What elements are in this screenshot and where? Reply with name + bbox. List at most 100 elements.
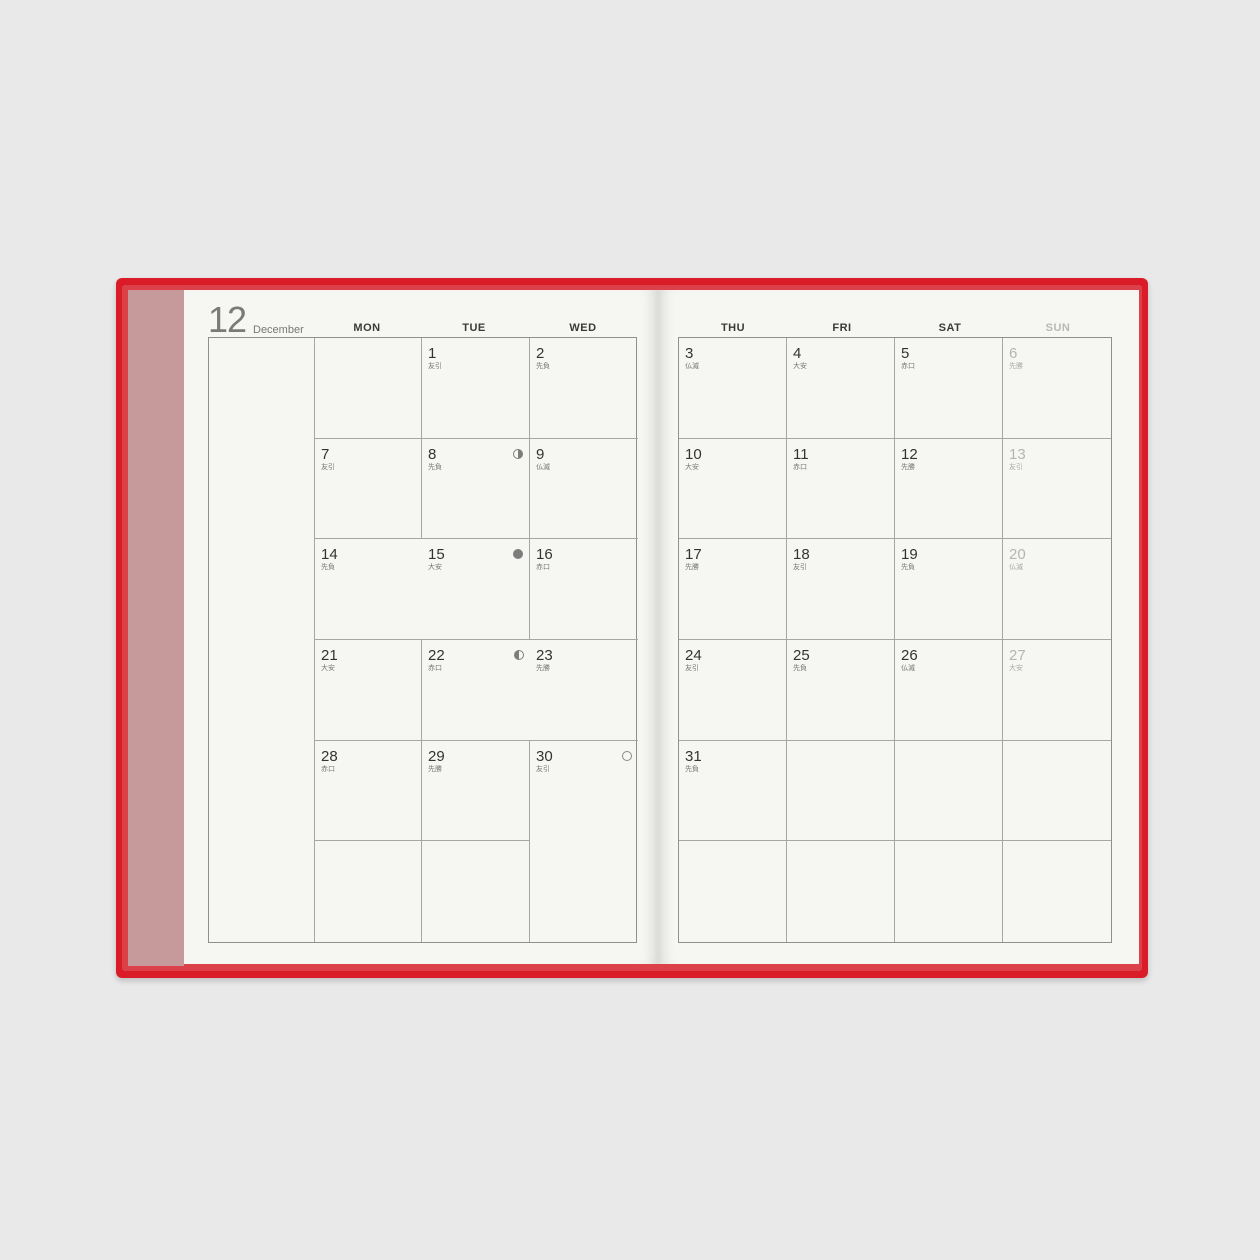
rokuyo-label: 友引 xyxy=(1009,463,1023,471)
rokuyo-label: 先勝 xyxy=(685,564,699,572)
day-cell[interactable]: 5 赤口 xyxy=(895,338,1003,439)
day-cell[interactable] xyxy=(422,841,530,942)
day-number: 4 xyxy=(793,345,802,362)
rokuyo-label: 友引 xyxy=(536,765,550,773)
day-cell[interactable]: 3 仏滅 xyxy=(679,338,787,439)
day-cell[interactable]: 7 友引 xyxy=(315,438,422,540)
day-number: 6 xyxy=(1009,345,1018,362)
weekday-header-sat: SAT xyxy=(938,322,962,334)
day-cell[interactable] xyxy=(679,841,787,942)
day-cell[interactable]: 17 先勝 xyxy=(679,539,787,640)
rokuyo-label: 仏滅 xyxy=(1009,564,1023,572)
rokuyo-label: 赤口 xyxy=(428,664,442,672)
day-cell[interactable]: 9 仏滅 xyxy=(530,439,638,540)
left-calendar-grid: 1 友引 2 先負 7 友引 8 先負 9 仏滅 14 先負 15 大安 16 赤口 21 大安 22 赤口 23 先勝 2… xyxy=(208,337,638,943)
rokuyo-label: 先勝 xyxy=(901,463,915,471)
day-cell[interactable]: 18 友引 xyxy=(787,539,895,640)
day-number: 14 xyxy=(321,546,338,564)
day-number: 18 xyxy=(793,546,810,564)
rokuyo-label: 大安 xyxy=(685,463,699,471)
weekday-header-thu: THU xyxy=(720,322,746,334)
month-name: December xyxy=(253,324,304,336)
day-cell[interactable]: 29 先勝 xyxy=(422,740,530,842)
day-number: 31 xyxy=(685,747,702,765)
memo-column[interactable] xyxy=(209,338,315,942)
day-cell[interactable]: 19 先負 xyxy=(895,539,1003,640)
day-number: 23 xyxy=(536,646,553,664)
day-cell[interactable] xyxy=(895,740,1003,842)
day-number: 12 xyxy=(901,445,918,463)
day-cell[interactable]: 27 大安 xyxy=(1003,640,1111,741)
day-cell[interactable]: 16 赤口 xyxy=(530,539,638,640)
day-cell[interactable]: 28 赤口 xyxy=(315,740,422,842)
rokuyo-label: 友引 xyxy=(685,664,699,672)
day-cell[interactable]: 1 友引 xyxy=(422,338,530,439)
day-number: 9 xyxy=(536,445,545,463)
day-cell[interactable] xyxy=(530,841,638,942)
day-cell[interactable] xyxy=(895,841,1003,942)
rokuyo-label: 先負 xyxy=(321,564,335,572)
rokuyo-label: 赤口 xyxy=(901,363,915,370)
day-number: 30 xyxy=(536,747,553,765)
day-number: 17 xyxy=(685,546,702,564)
day-number: 11 xyxy=(793,445,809,463)
day-cell[interactable]: 30 友引 xyxy=(530,741,638,842)
day-cell[interactable]: 24 友引 xyxy=(679,639,787,741)
rokuyo-label: 赤口 xyxy=(321,765,335,773)
empty-moon-icon xyxy=(622,750,632,761)
day-cell[interactable] xyxy=(787,841,895,942)
day-number: 3 xyxy=(685,345,694,362)
first-quarter-moon-icon xyxy=(513,448,523,459)
rokuyo-label: 先勝 xyxy=(536,664,550,672)
day-cell[interactable] xyxy=(1003,841,1111,942)
day-number: 20 xyxy=(1009,546,1026,564)
day-number: 25 xyxy=(793,646,810,664)
day-cell[interactable]: 10 大安 xyxy=(679,438,787,540)
rokuyo-label: 仏滅 xyxy=(901,664,915,672)
day-cell[interactable] xyxy=(315,338,422,439)
rokuyo-label: 先負 xyxy=(685,765,699,773)
weekday-header-wed: WED xyxy=(569,322,597,334)
day-cell[interactable] xyxy=(1003,741,1111,842)
day-number: 26 xyxy=(901,646,918,664)
day-cell[interactable]: 13 友引 xyxy=(1003,439,1111,540)
rokuyo-label: 先勝 xyxy=(1009,363,1023,370)
day-cell[interactable] xyxy=(787,740,895,842)
day-cell[interactable]: 20 仏滅 xyxy=(1003,539,1111,640)
day-number: 24 xyxy=(685,646,702,664)
day-cell[interactable]: 2 先負 xyxy=(530,338,638,439)
day-cell[interactable] xyxy=(315,841,422,942)
day-number: 10 xyxy=(685,445,702,463)
day-number: 22 xyxy=(428,646,445,664)
day-cell[interactable]: 21 大安 xyxy=(315,639,422,741)
day-cell[interactable]: 25 先負 xyxy=(787,639,895,741)
rokuyo-label: 大安 xyxy=(321,664,335,672)
day-cell[interactable]: 12 先勝 xyxy=(895,438,1003,540)
day-cell[interactable]: 22 赤口 xyxy=(422,640,530,741)
rokuyo-label: 友引 xyxy=(793,564,807,572)
day-cell[interactable]: 8 先負 xyxy=(422,438,530,540)
day-number: 2 xyxy=(536,345,545,362)
day-cell[interactable]: 26 仏滅 xyxy=(895,639,1003,741)
day-cell[interactable]: 11 赤口 xyxy=(787,438,895,540)
last-quarter-moon-icon xyxy=(514,649,524,660)
weekday-header-sun: SUN xyxy=(1045,322,1071,334)
rokuyo-label: 友引 xyxy=(428,363,442,370)
day-cell[interactable]: 4 大安 xyxy=(787,338,895,439)
day-cell[interactable]: 31 先負 xyxy=(679,740,787,842)
day-number: 16 xyxy=(536,546,553,564)
weekday-header-mon: MON xyxy=(353,322,381,334)
rokuyo-label: 先負 xyxy=(428,463,442,471)
day-cell[interactable]: 15 大安 xyxy=(422,539,530,640)
day-cell[interactable]: 6 先勝 xyxy=(1003,338,1111,439)
day-cell[interactable]: 23 先勝 xyxy=(530,640,638,741)
rokuyo-label: 赤口 xyxy=(793,463,807,471)
day-cell[interactable]: 14 先負 xyxy=(315,539,422,640)
rokuyo-label: 大安 xyxy=(428,564,442,572)
rokuyo-label: 仏滅 xyxy=(685,363,699,370)
day-number: 19 xyxy=(901,546,918,564)
day-number: 13 xyxy=(1009,445,1026,463)
day-number: 1 xyxy=(428,345,437,362)
rokuyo-label: 友引 xyxy=(321,463,335,471)
day-number: 29 xyxy=(428,747,445,765)
